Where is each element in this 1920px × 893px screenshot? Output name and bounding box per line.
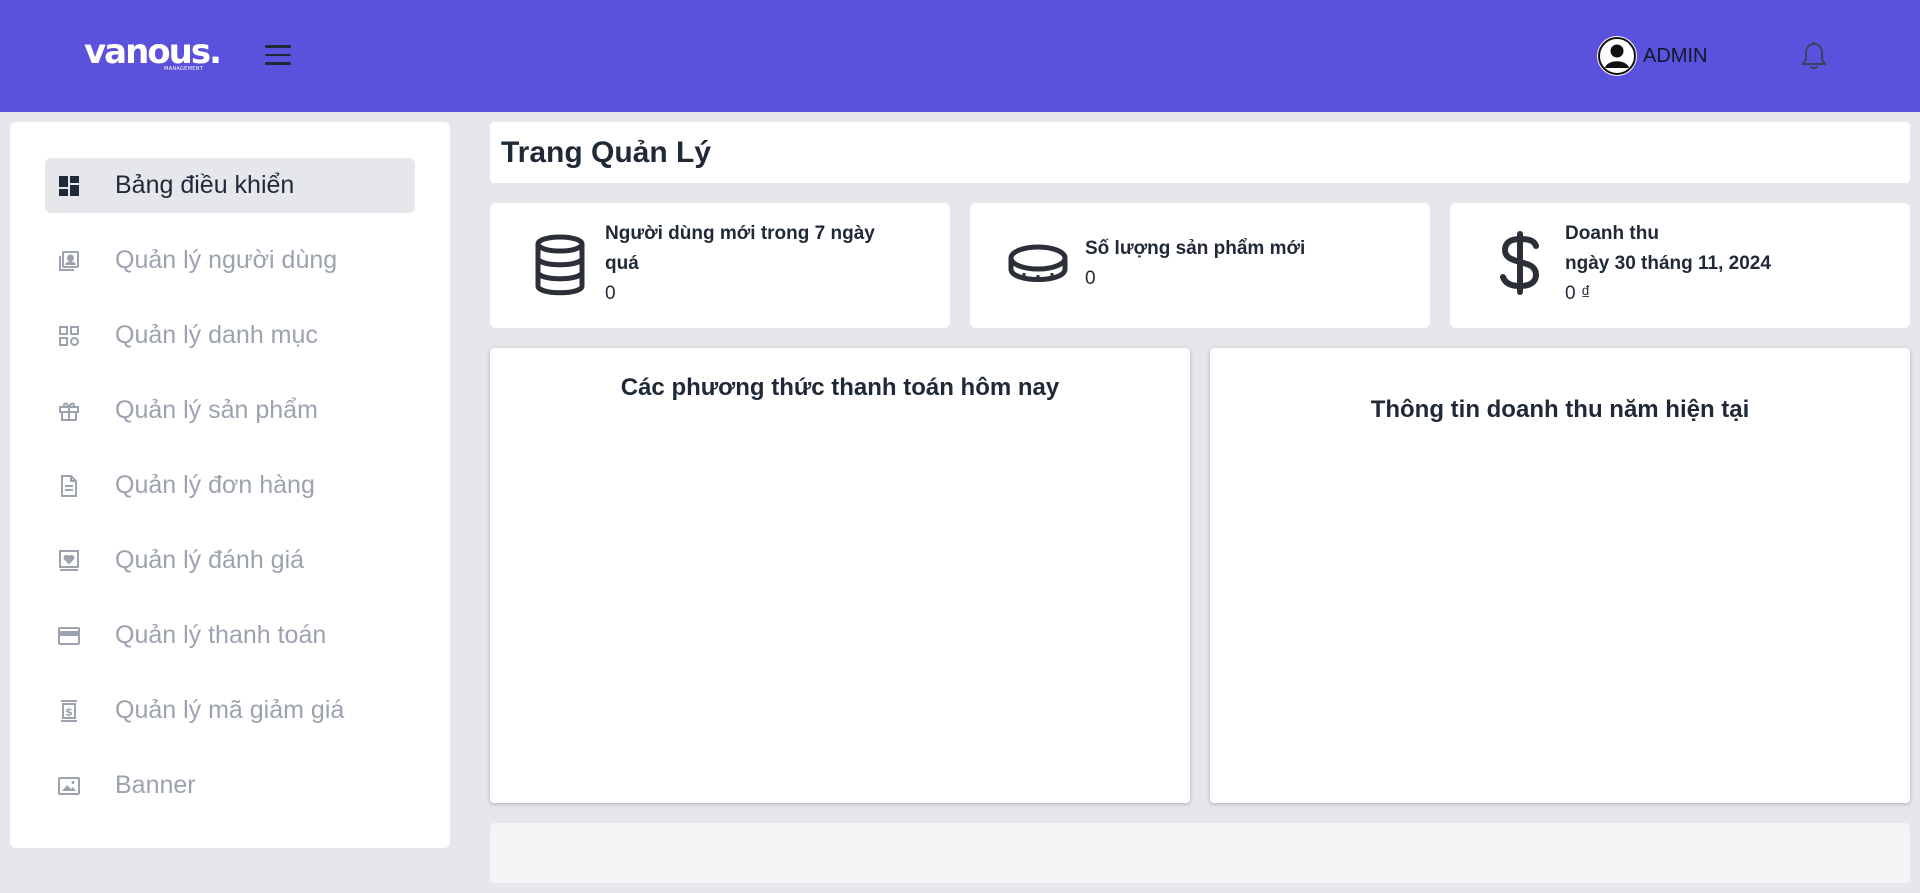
sidebar-item-label: Quản lý đơn hàng (115, 471, 315, 499)
stat-title: Người dùng mới trong 7 ngày quá (605, 223, 875, 274)
dollar-icon (1490, 231, 1550, 295)
stat-title: Số lượng sản phẩm mới (1085, 238, 1306, 259)
image-icon (57, 774, 81, 798)
sidebar-item-label: Bảng điều khiển (115, 171, 295, 199)
user-name: ADMIN (1643, 44, 1708, 67)
credit-card-icon (57, 624, 81, 648)
sidebar-item-reviews[interactable]: Quản lý đánh giá (45, 533, 415, 588)
page-title-bar: Trang Quản Lý (490, 122, 1910, 183)
brand-logo-subtitle: MANAGEMENT (164, 66, 204, 72)
sidebar-item-categories[interactable]: Quản lý danh mục (45, 308, 415, 363)
sidebar-item-label: Quản lý thanh toán (115, 621, 327, 649)
sidebar-item-label: Quản lý mã giảm giá (115, 696, 345, 724)
stat-title: Doanh thu ngày 30 tháng 11, 2024 (1565, 223, 1771, 274)
panel-title: Các phương thức thanh toán hôm nay (620, 374, 1060, 401)
dashboard-icon (57, 174, 81, 198)
stat-card-new-users: Người dùng mới trong 7 ngày quá 0 (490, 203, 950, 328)
user-card-icon (57, 249, 81, 273)
heart-card-icon (57, 549, 81, 573)
sidebar-item-products[interactable]: Quản lý sản phẩm (45, 383, 415, 438)
panel-title: Thông tin doanh thu năm hiện tại (1370, 396, 1750, 423)
stat-value: 0 (1085, 268, 1096, 289)
user-circle-icon (1597, 36, 1637, 76)
stat-value: 0 ₫ (1565, 283, 1591, 304)
user-menu[interactable]: ADMIN (1597, 35, 1707, 77)
coin-icon (1006, 233, 1070, 297)
sidebar-item-vouchers[interactable]: $ Quản lý mã giảm giá (45, 683, 415, 738)
document-icon (57, 474, 81, 498)
stat-card-revenue: Doanh thu ngày 30 tháng 11, 2024 0 ₫ (1450, 203, 1910, 328)
revenue-panel: Thông tin doanh thu năm hiện tại (1210, 348, 1910, 803)
sidebar-item-label: Quản lý đánh giá (115, 546, 305, 574)
sidebar: Bảng điều khiển Quản lý người dùng Quản … (10, 122, 450, 848)
gift-icon (57, 399, 81, 423)
page-title: Trang Quản Lý (501, 136, 712, 169)
footer-strip (490, 823, 1910, 883)
sidebar-item-users[interactable]: Quản lý người dùng (45, 233, 415, 288)
payment-methods-panel: Các phương thức thanh toán hôm nay (490, 348, 1190, 803)
database-icon (530, 233, 590, 297)
sidebar-item-label: Quản lý người dùng (115, 246, 338, 274)
svg-text:$: $ (65, 705, 73, 718)
stat-value: 0 (605, 283, 616, 304)
sidebar-item-label: Quản lý sản phẩm (115, 396, 318, 424)
category-icon (57, 324, 81, 348)
voucher-icon: $ (57, 699, 81, 723)
top-header: vanous. MANAGEMENT ADMIN (0, 0, 1920, 112)
stat-card-new-products: Số lượng sản phẩm mới 0 (970, 203, 1430, 328)
sidebar-item-dashboard[interactable]: Bảng điều khiển (45, 158, 415, 213)
hamburger-icon[interactable] (265, 45, 293, 67)
sidebar-item-orders[interactable]: Quản lý đơn hàng (45, 458, 415, 513)
bell-icon[interactable] (1799, 40, 1829, 72)
sidebar-item-banner[interactable]: Banner (45, 758, 415, 813)
sidebar-item-label: Banner (115, 771, 196, 799)
sidebar-item-payments[interactable]: Quản lý thanh toán (45, 608, 415, 663)
sidebar-item-label: Quản lý danh mục (115, 321, 318, 349)
